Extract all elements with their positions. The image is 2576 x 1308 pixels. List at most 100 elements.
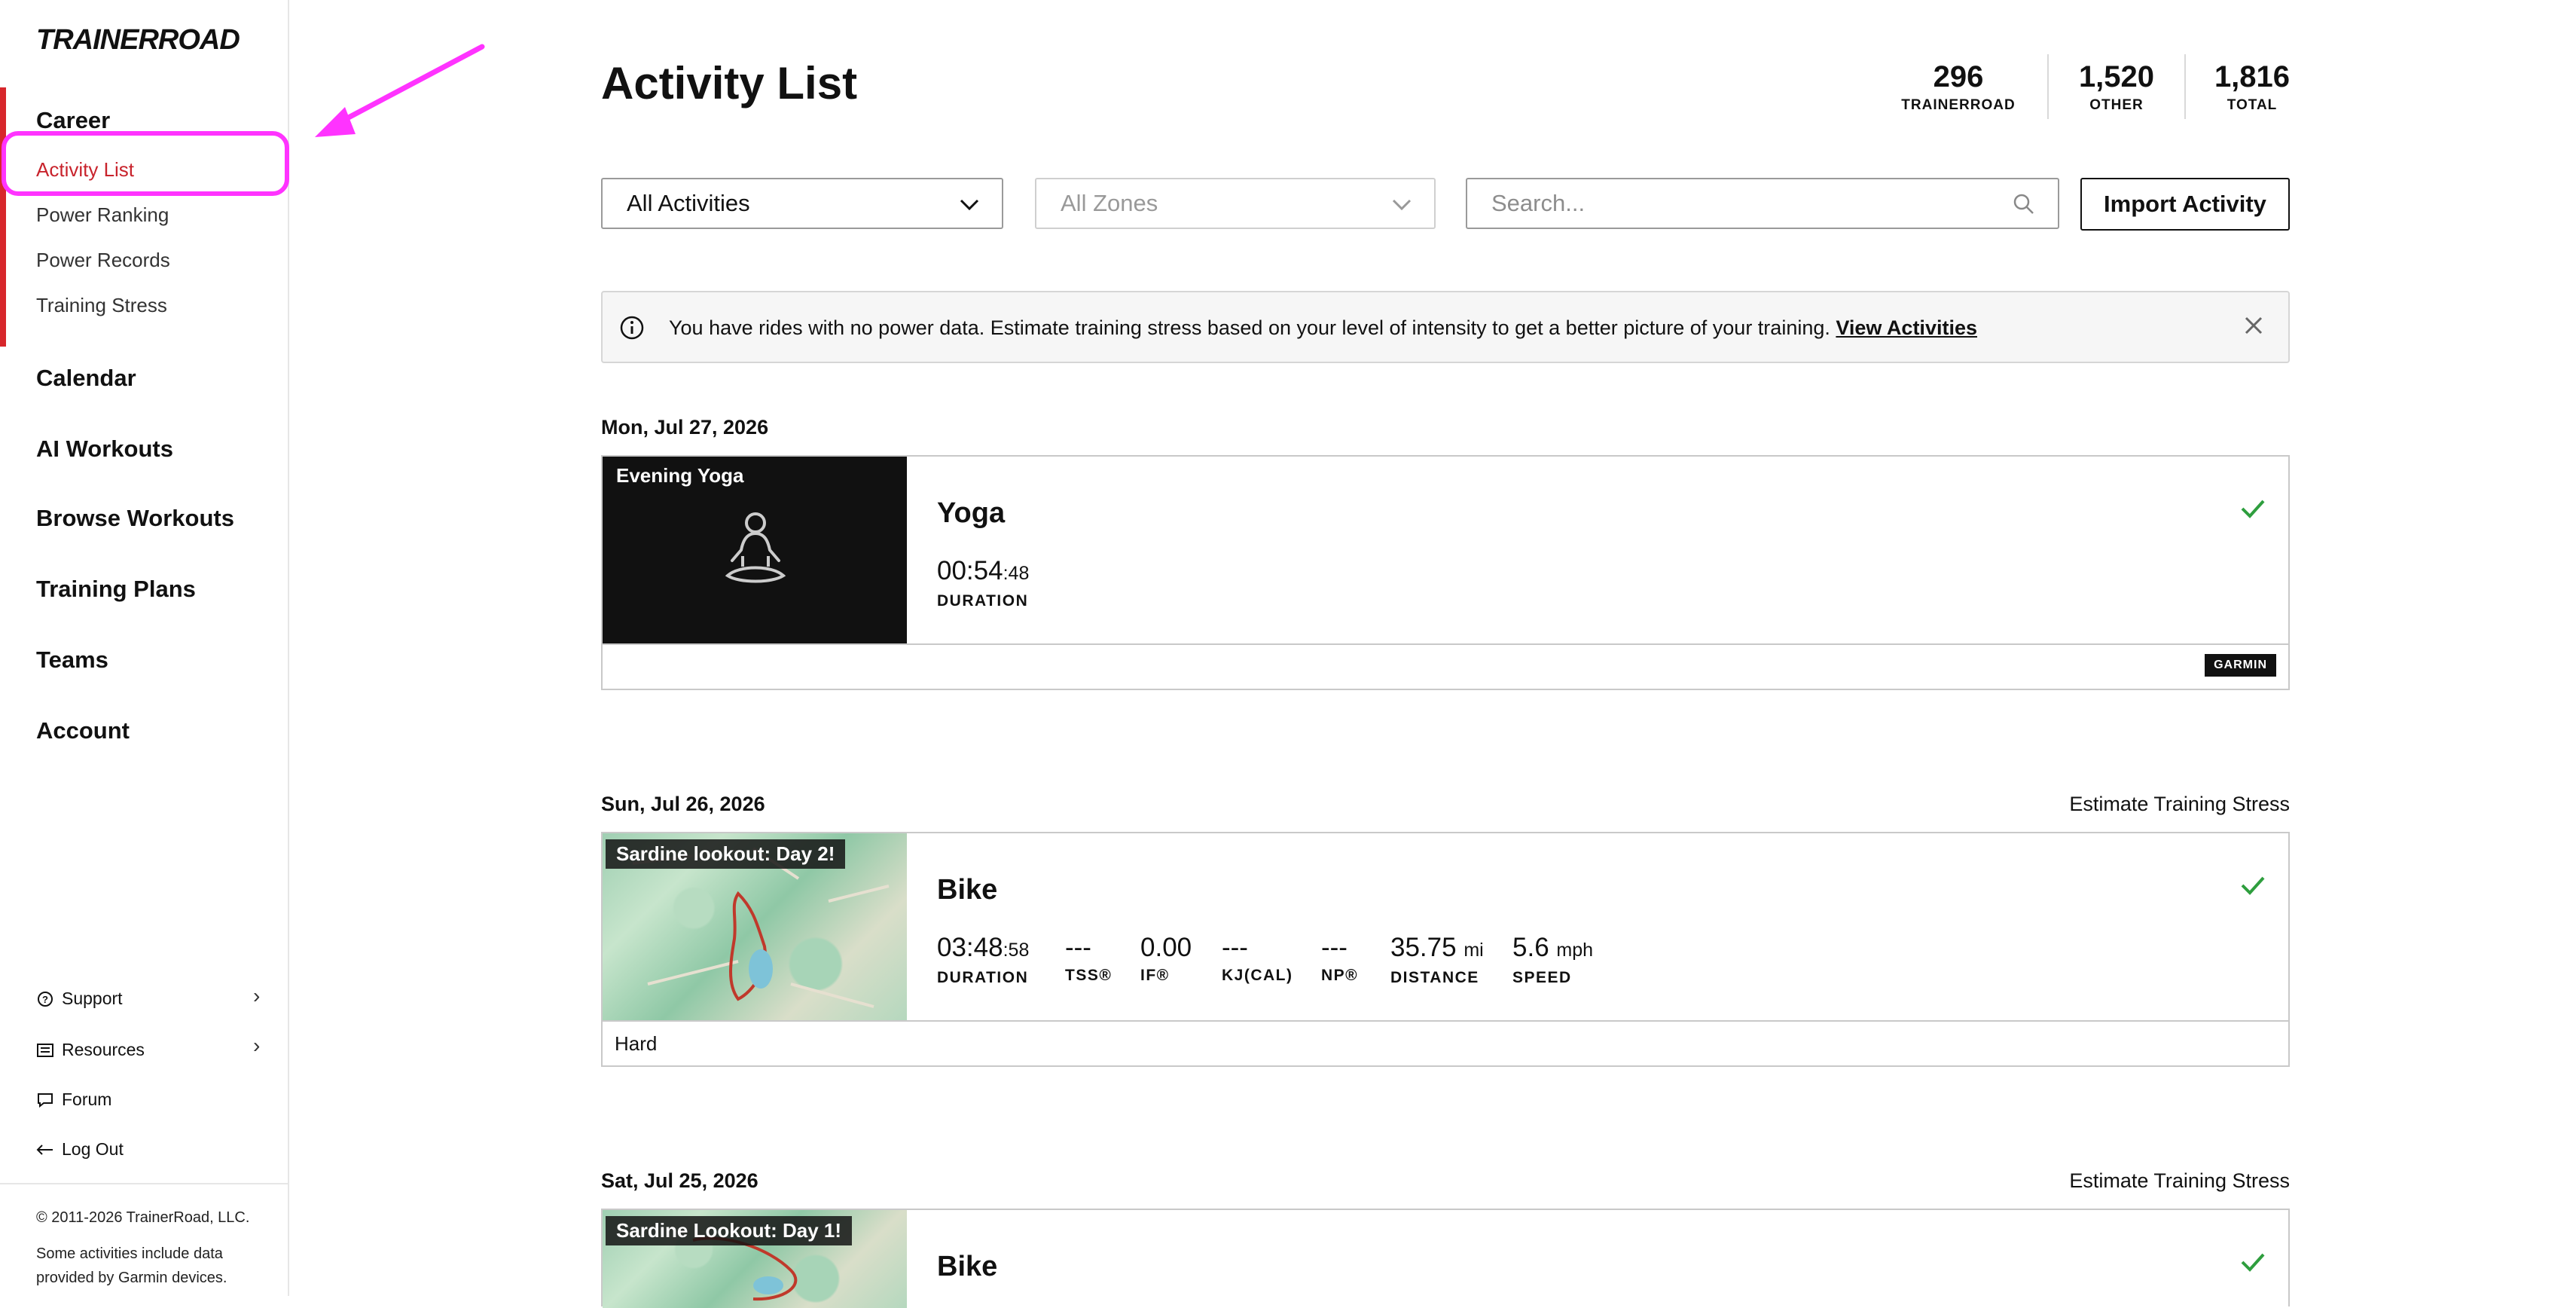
highlight-annotation-box <box>2 131 289 196</box>
kj-value: --- <box>1222 933 1248 962</box>
view-activities-link[interactable]: View Activities <box>1836 316 1977 339</box>
sidebar-link-log-out[interactable]: Log Out <box>36 1139 124 1160</box>
speed-value: 5.6 <box>1512 933 1549 962</box>
stat-total: 1,816 TOTAL <box>2199 59 2305 116</box>
annotation-arrow-icon <box>315 44 485 137</box>
activity-date: Sun, Jul 26, 2026 <box>601 793 765 815</box>
stat-label: TOTAL <box>2227 97 2278 113</box>
sidebar-item-browse-workouts[interactable]: Browse Workouts <box>36 505 234 532</box>
page-title: Activity List <box>601 58 858 108</box>
sidebar-link-resources[interactable]: Resources <box>36 1040 145 1060</box>
sidebar-item-training-stress[interactable]: Training Stress <box>36 294 167 317</box>
sidebar-item-account[interactable]: Account <box>36 717 130 744</box>
trainerroad-logo[interactable]: TRAINERROAD <box>36 24 240 57</box>
chevron-right-icon[interactable]: › <box>253 984 260 1008</box>
metric-label: KJ(CAL) <box>1222 967 1293 984</box>
no-power-data-alert: You have rides with no power data. Estim… <box>601 291 2290 363</box>
log-out-label: Log Out <box>62 1139 124 1159</box>
sidebar-link-support[interactable]: ? Support <box>36 989 123 1009</box>
duration-seconds: :58 <box>1003 940 1030 961</box>
metric-label: DISTANCE <box>1390 969 1479 986</box>
duration-seconds: :48 <box>1003 563 1030 584</box>
metric-distance: 35.75 mi DISTANCE <box>1390 931 1484 989</box>
resources-label: Resources <box>62 1040 145 1059</box>
stat-value: 1,816 <box>2214 60 2291 93</box>
stat-other: 1,520 OTHER <box>2064 59 2169 116</box>
arrow-left-icon <box>36 1141 54 1159</box>
activity-type: Yoga <box>937 497 1006 529</box>
footer-copyright: © 2011-2026 TrainerRoad, LLC. <box>36 1209 250 1226</box>
career-section-indicator <box>0 87 6 347</box>
metric-speed: 5.6 mph SPEED <box>1512 931 1593 989</box>
zones-value: All Zones <box>1061 190 1158 216</box>
alert-text: You have rides with no power data. Estim… <box>669 316 1830 339</box>
stat-label: OTHER <box>2089 97 2144 113</box>
activity-card[interactable]: Evening Yoga Yoga 00:54:48 DURATION GARM… <box>601 455 2290 690</box>
info-icon <box>620 316 644 340</box>
sidebar-item-power-records[interactable]: Power Records <box>36 249 170 272</box>
activity-card[interactable]: Sardine lookout: Day 2! Bike 03:48:58 DU… <box>601 832 2290 1067</box>
sidebar-item-power-ranking[interactable]: Power Ranking <box>36 203 169 227</box>
activity-name: Evening Yoga <box>616 464 744 487</box>
chevron-down-icon <box>960 199 979 211</box>
search-icon <box>2013 194 2034 214</box>
activity-type: Bike <box>937 1251 998 1282</box>
speed-unit: mph <box>1556 940 1594 961</box>
completed-check-icon <box>2241 1253 2265 1272</box>
estimate-training-stress-link[interactable]: Estimate Training Stress <box>2069 1169 2290 1193</box>
alert-message: You have rides with no power data. Estim… <box>669 316 1977 340</box>
distance-unit: mi <box>1463 940 1484 961</box>
activity-type: Bike <box>937 874 998 906</box>
import-activity-button[interactable]: Import Activity <box>2080 178 2290 231</box>
activity-thumbnail[interactable]: Evening Yoga <box>603 457 907 643</box>
footer-garmin-note-1: Some activities include data <box>36 1245 223 1262</box>
search-input[interactable]: Search... <box>1466 178 2059 229</box>
chevron-down-icon <box>1392 199 1412 211</box>
sidebar-item-teams[interactable]: Teams <box>36 646 108 674</box>
sidebar-link-forum[interactable]: Forum <box>36 1089 111 1110</box>
activity-date: Mon, Jul 27, 2026 <box>601 416 769 439</box>
yoga-icon <box>725 512 786 583</box>
stat-trainerroad: 296 TRAINERROAD <box>1891 59 2026 116</box>
route-map-thumbnail[interactable]: Sardine lookout: Day 2! <box>603 833 907 1020</box>
forum-label: Forum <box>62 1089 112 1109</box>
metric-tss: --- TSS® <box>1065 931 1112 987</box>
metric-np: --- NP® <box>1321 931 1358 987</box>
estimate-training-stress-link[interactable]: Estimate Training Stress <box>2069 793 2290 816</box>
close-icon[interactable] <box>2240 312 2267 339</box>
tss-value: --- <box>1065 933 1091 962</box>
zones-select[interactable]: All Zones <box>1035 178 1436 229</box>
rpe-label: Hard <box>615 1032 658 1055</box>
activity-card-footer: GARMIN <box>603 643 2288 690</box>
search-placeholder: Search... <box>1491 190 1586 216</box>
stat-divider <box>2184 54 2186 119</box>
distance-value: 35.75 <box>1390 933 1457 962</box>
chat-bubble-icon <box>36 1091 54 1109</box>
metric-duration: 00:54:48 DURATION <box>937 555 1029 613</box>
activity-name: Sardine Lookout: Day 1! <box>606 1216 853 1245</box>
completed-check-icon <box>2241 500 2265 518</box>
stat-value: 1,520 <box>2078 60 2155 93</box>
question-circle-icon: ? <box>36 990 54 1008</box>
activity-card[interactable]: Sardine Lookout: Day 1! Bike <box>601 1209 2290 1308</box>
chevron-right-icon[interactable]: › <box>253 1034 260 1058</box>
metric-label: DURATION <box>937 969 1029 986</box>
metric-label: IF® <box>1140 967 1170 984</box>
if-value: 0.00 <box>1140 933 1192 962</box>
sidebar-item-training-plans[interactable]: Training Plans <box>36 576 196 603</box>
footer-divider <box>0 1183 288 1184</box>
list-box-icon <box>36 1041 54 1059</box>
duration-value: 00:54 <box>937 556 1003 585</box>
sidebar-item-career[interactable]: Career <box>36 107 110 134</box>
activity-card-footer: Hard <box>603 1020 2288 1067</box>
activity-date: Sat, Jul 25, 2026 <box>601 1169 758 1192</box>
sidebar-item-ai-workouts[interactable]: AI Workouts <box>36 435 173 463</box>
stat-value: 296 <box>1933 60 1984 93</box>
activity-type-select[interactable]: All Activities <box>601 178 1003 229</box>
sidebar-item-calendar[interactable]: Calendar <box>36 365 136 392</box>
activity-type-value: All Activities <box>627 190 750 216</box>
completed-check-icon <box>2241 876 2265 895</box>
garmin-badge: GARMIN <box>2205 654 2276 677</box>
stat-divider <box>2047 54 2049 119</box>
route-map-thumbnail[interactable]: Sardine Lookout: Day 1! <box>603 1210 907 1308</box>
